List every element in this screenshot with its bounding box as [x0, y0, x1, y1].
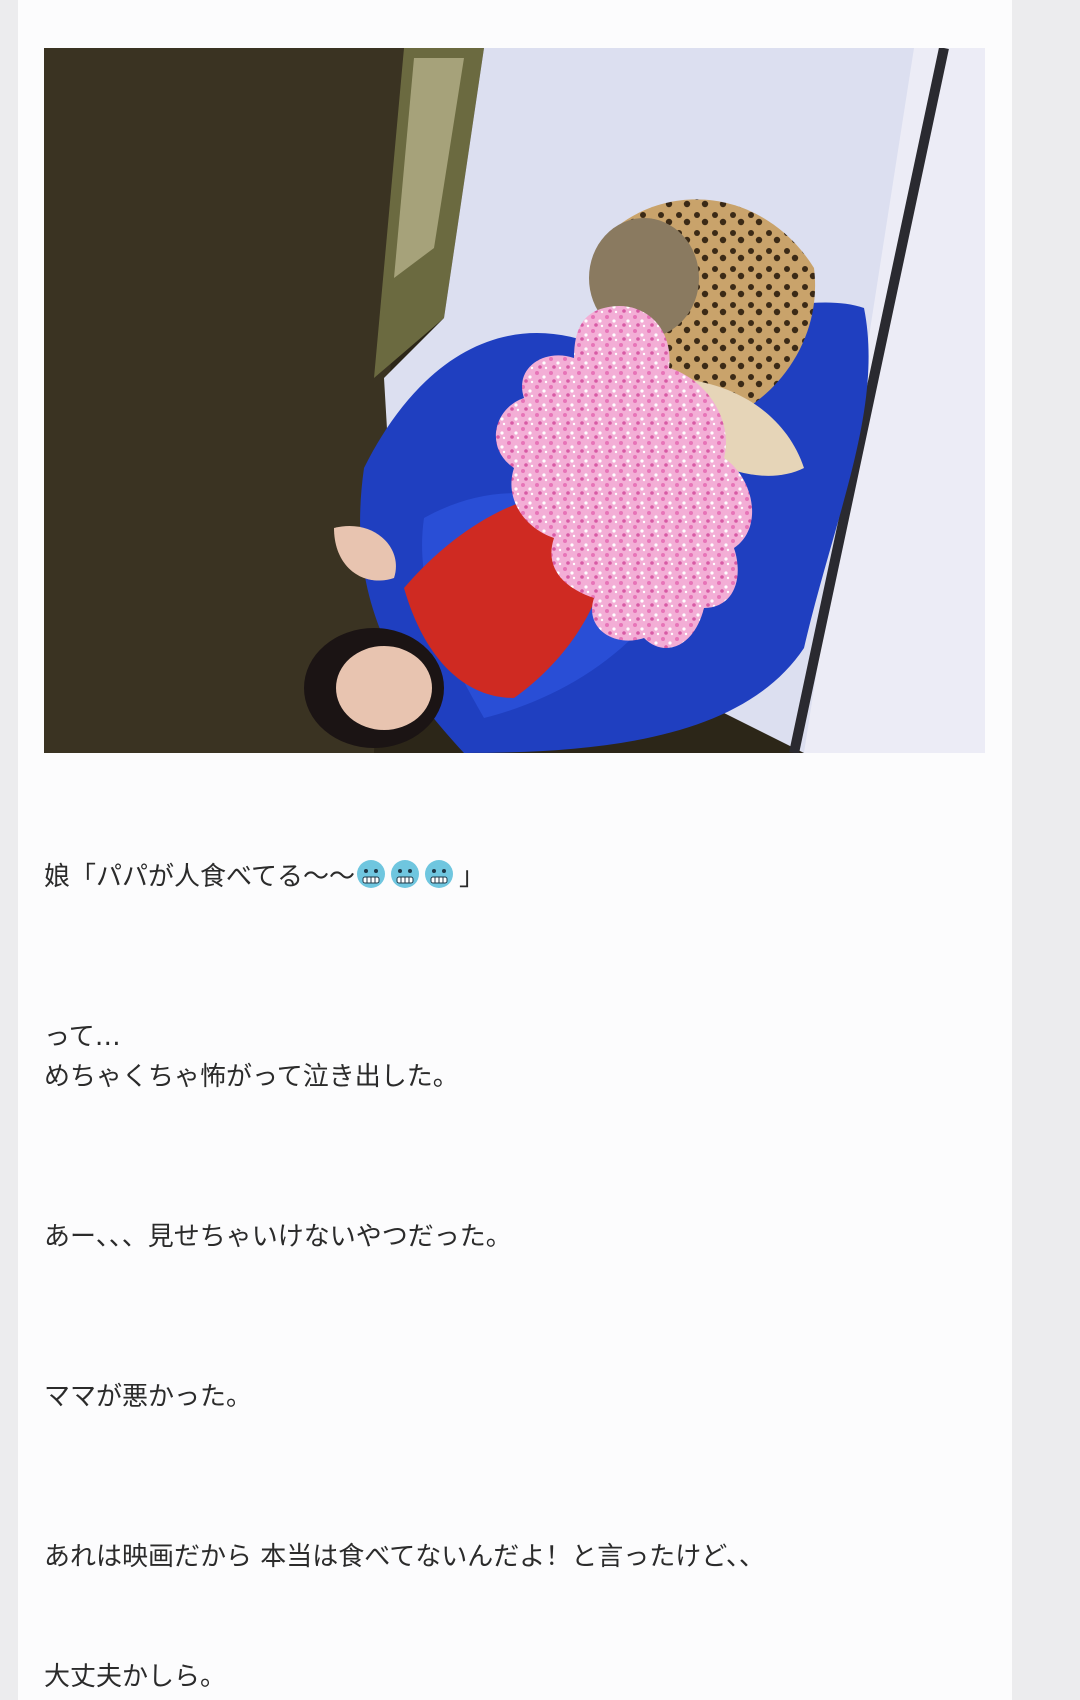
- cold-face-icon: [356, 860, 385, 888]
- post-paragraph-5: あれは映画だから 本当は食べてないんだよ！と言ったけど、、: [44, 1542, 765, 1572]
- paragraph-text: 」: [458, 862, 485, 892]
- post-paragraph-1: 娘「パパが人食べてる〜〜 」: [44, 857, 485, 897]
- post-paragraph-3: あー、、、見せちゃいけないやつだった。: [44, 1222, 512, 1252]
- emoji-group: [356, 859, 458, 889]
- paragraph-text: 娘「パパが人食べてる〜〜: [44, 862, 355, 892]
- blog-post-content: 娘「パパが人食べてる〜〜 」 って… めちゃくちゃ怖がって泣き出した。 あー、、、…: [18, 0, 1012, 1700]
- post-photo[interactable]: [44, 48, 985, 753]
- cold-face-icon: [424, 860, 453, 888]
- post-paragraph-2: って… めちゃくちゃ怖がって泣き出した。: [44, 1017, 459, 1097]
- post-photo-image: [44, 48, 985, 753]
- post-paragraph-6: 大丈夫かしら。: [44, 1662, 227, 1692]
- cold-face-icon: [390, 860, 419, 888]
- post-paragraph-4: ママが悪かった。: [44, 1382, 253, 1412]
- paragraph-line: って…: [44, 1022, 121, 1052]
- paragraph-line: めちゃくちゃ怖がって泣き出した。: [44, 1062, 459, 1092]
